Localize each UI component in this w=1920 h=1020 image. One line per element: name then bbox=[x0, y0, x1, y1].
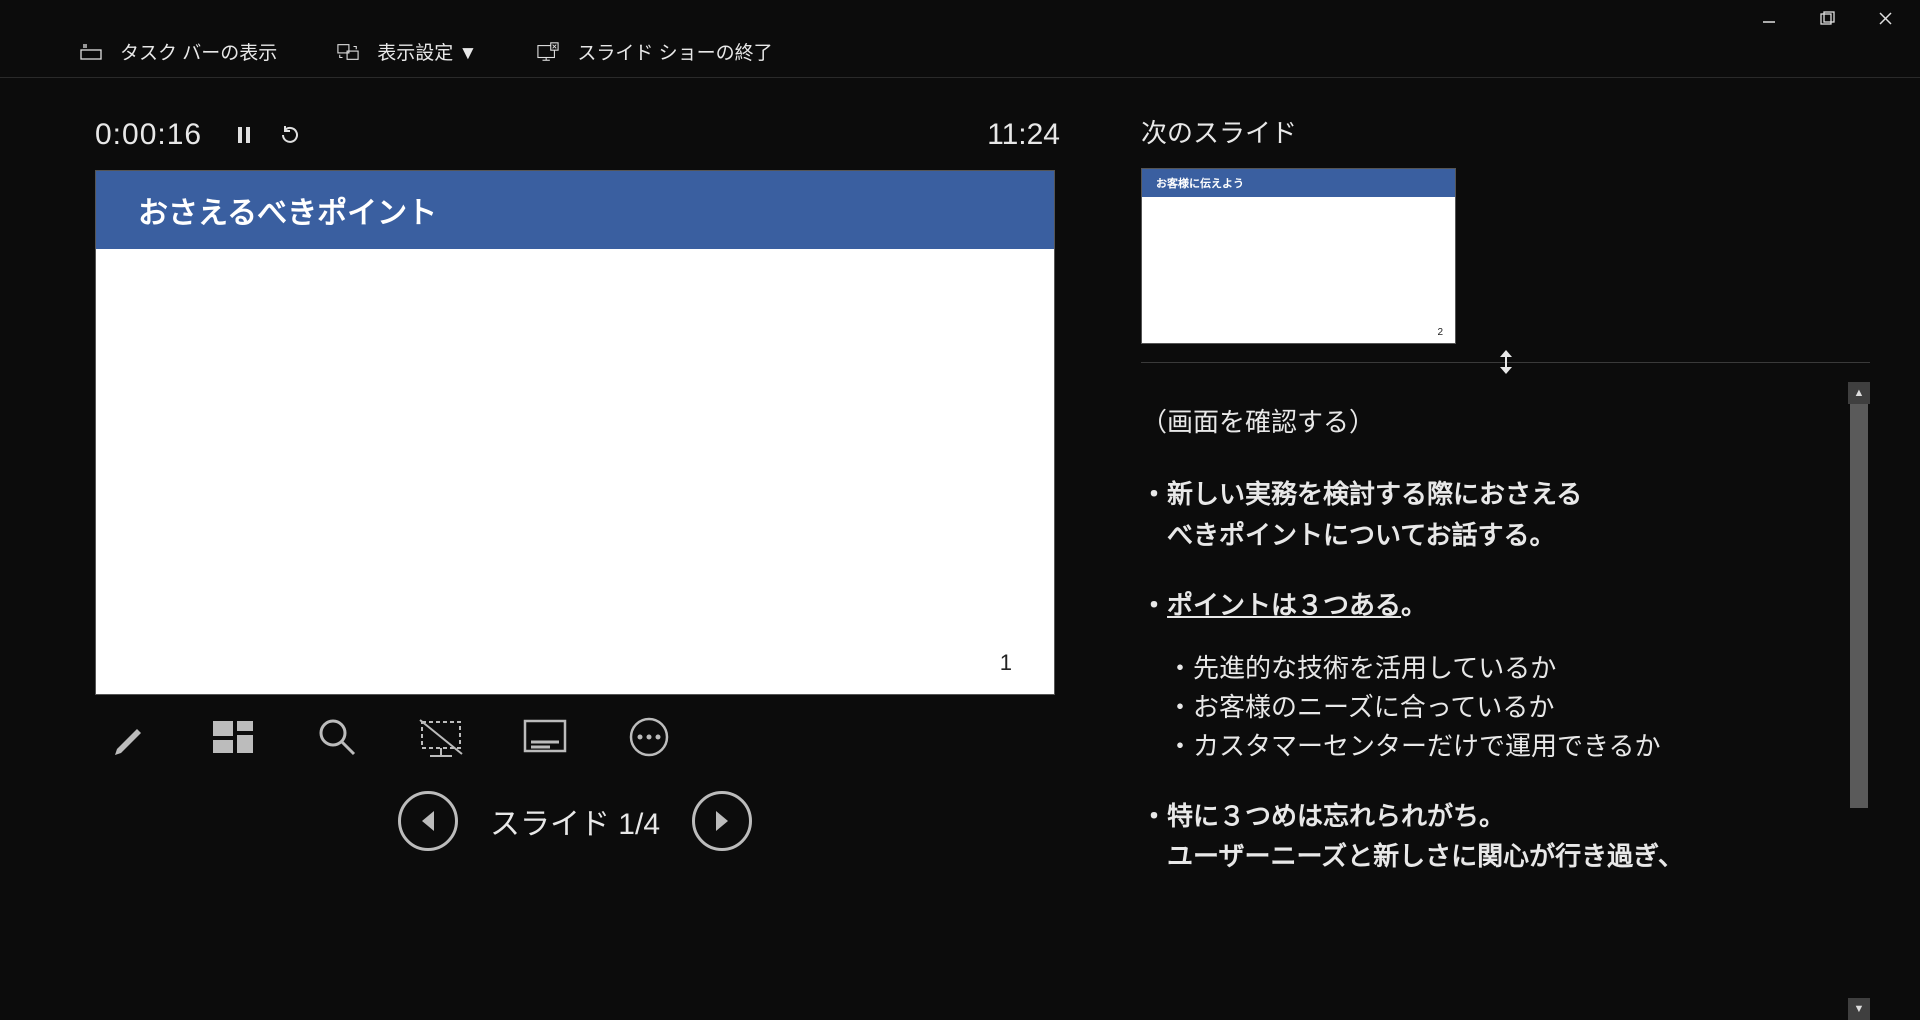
swap-displays-icon bbox=[337, 41, 359, 63]
presenter-tools bbox=[95, 713, 1080, 761]
right-pane: 次のスライド お客様に伝えよう 2 （画面を確認する） ・新しい実務を検討する際… bbox=[1100, 110, 1920, 1020]
slide-nav: スライド 1/4 bbox=[95, 791, 1055, 851]
elapsed-time: 0:00:16 bbox=[95, 118, 202, 152]
scroll-down-button[interactable]: ▼ bbox=[1848, 998, 1870, 1020]
timer-row: 0:00:16 11:24 bbox=[95, 110, 1080, 160]
speaker-notes[interactable]: （画面を確認する） ・新しい実務を検討する際におさえる べきポイントについてお話… bbox=[1141, 402, 1830, 1020]
notes-heading: （画面を確認する） bbox=[1141, 402, 1830, 442]
end-slideshow-button[interactable]: スライド ショーの終了 bbox=[537, 38, 772, 65]
scroll-up-button[interactable]: ▲ bbox=[1848, 382, 1870, 404]
slide-counter: スライド 1/4 bbox=[490, 799, 660, 843]
more-options-button[interactable] bbox=[625, 713, 673, 761]
left-pane: 0:00:16 11:24 おさえるべきポイント 1 bbox=[0, 110, 1100, 1020]
pen-tool-button[interactable] bbox=[105, 713, 153, 761]
next-slide-thumbnail[interactable]: お客様に伝えよう 2 bbox=[1141, 168, 1456, 344]
end-slideshow-label: スライド ショーの終了 bbox=[577, 38, 772, 65]
show-taskbar-button[interactable]: タスク バーの表示 bbox=[80, 38, 277, 65]
next-slide-label: 次のスライド bbox=[1141, 113, 1870, 150]
notes-scrollbar[interactable]: ▲ ▼ bbox=[1848, 382, 1870, 1020]
main-area: 0:00:16 11:24 おさえるべきポイント 1 bbox=[0, 110, 1920, 1020]
notes-bullet-3: ・特に３つめは忘れられがち。 ユーザーニーズと新しさに関心が行き過ぎ、 bbox=[1141, 796, 1830, 877]
presenter-toolbar: タスク バーの表示 表示設定 ▼ スライド ショーの終了 bbox=[0, 26, 1920, 78]
next-slide-button[interactable] bbox=[692, 791, 752, 851]
scroll-thumb[interactable] bbox=[1850, 404, 1868, 808]
notes-bullet-2: ・ポイントは３つある。 bbox=[1141, 585, 1830, 625]
current-time: 11:24 bbox=[987, 118, 1060, 152]
show-taskbar-label: タスク バーの表示 bbox=[120, 38, 277, 65]
display-settings-label: 表示設定 ▼ bbox=[377, 38, 477, 65]
pause-timer-button[interactable] bbox=[232, 123, 256, 147]
notes-sublist: ・先進的な技術を活用しているか ・お客様のニーズに合っているか ・カスタマーセン… bbox=[1141, 649, 1830, 766]
zoom-button[interactable] bbox=[313, 713, 361, 761]
end-show-icon bbox=[537, 41, 559, 63]
current-slide-preview[interactable]: おさえるべきポイント 1 bbox=[95, 170, 1055, 695]
scroll-track[interactable] bbox=[1848, 404, 1870, 998]
current-slide-page: 1 bbox=[1000, 650, 1012, 676]
reset-timer-button[interactable] bbox=[278, 123, 302, 147]
resize-vertical-icon bbox=[1497, 349, 1515, 381]
current-slide-title: おさえるべきポイント bbox=[96, 171, 1054, 249]
speaker-notes-wrap: （画面を確認する） ・新しい実務を検討する際におさえる べきポイントについてお話… bbox=[1141, 382, 1870, 1020]
notes-bullet-1: ・新しい実務を検討する際におさえる べきポイントについてお話する。 bbox=[1141, 474, 1830, 555]
notes-splitter[interactable] bbox=[1141, 362, 1870, 382]
black-screen-button[interactable] bbox=[417, 713, 465, 761]
next-slide-title: お客様に伝えよう bbox=[1142, 169, 1455, 197]
subtitle-button[interactable] bbox=[521, 713, 569, 761]
next-slide-page: 2 bbox=[1437, 327, 1443, 338]
timer-controls bbox=[232, 123, 302, 147]
prev-slide-button[interactable] bbox=[398, 791, 458, 851]
display-settings-button[interactable]: 表示設定 ▼ bbox=[337, 38, 477, 65]
see-all-slides-button[interactable] bbox=[209, 713, 257, 761]
taskbar-icon bbox=[80, 41, 102, 63]
